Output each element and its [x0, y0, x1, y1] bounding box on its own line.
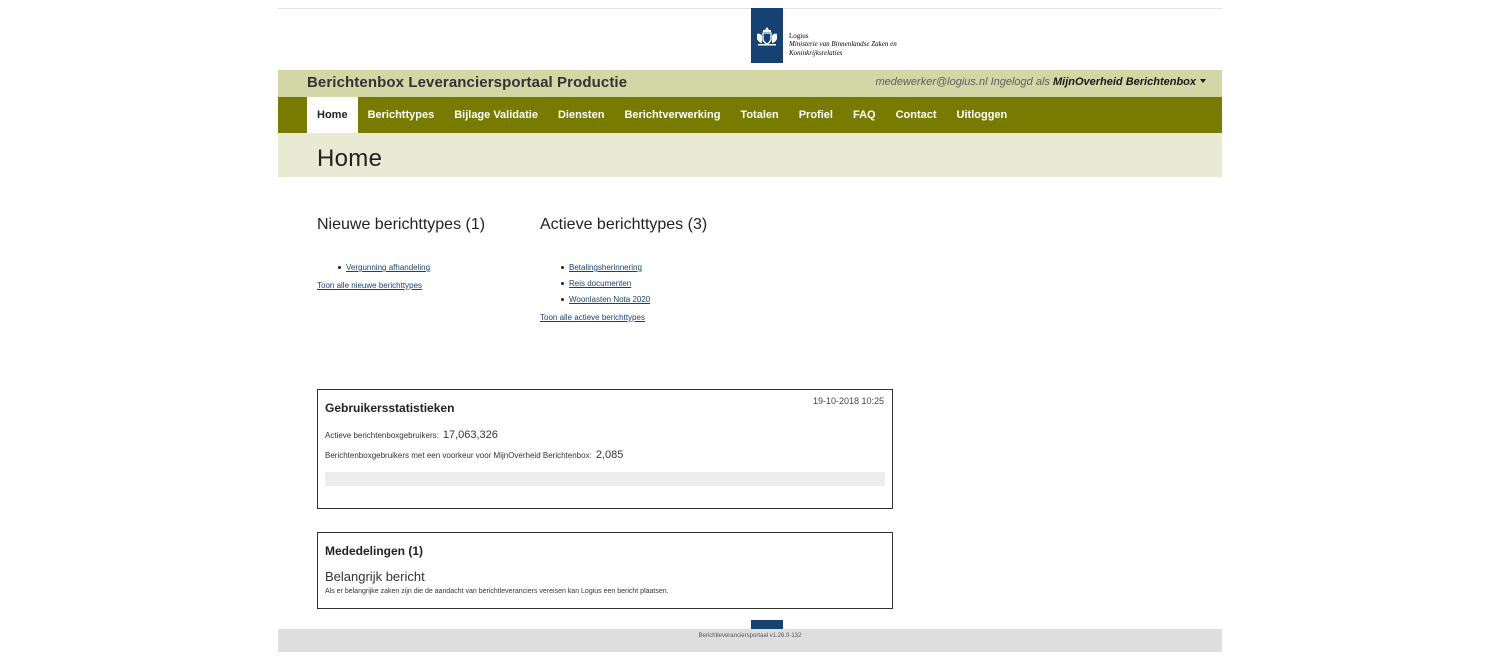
- logo-organisation: Logius: [789, 32, 809, 40]
- active-users-row: Actieve berichtenboxgebruikers: 17,063,32…: [325, 429, 498, 441]
- notice-body: Als er belangrijke zaken zijn die de aan…: [325, 588, 669, 595]
- nav-item-berichttypes[interactable]: Berichttypes: [358, 97, 445, 133]
- title-bar: Berichtenbox Leveranciersportaal Product…: [278, 70, 1222, 97]
- active-types-section: Actieve berichttypes (3) Betalingsherinn…: [540, 216, 707, 322]
- nav-item-contact[interactable]: Contact: [886, 97, 947, 133]
- active-users-value: 17,063,326: [442, 429, 498, 441]
- new-types-list: Vergunning afhandeling: [338, 260, 485, 276]
- berichttype-link[interactable]: Vergunning afhandeling: [346, 263, 430, 272]
- logo-ministry-line2: Koninkrijksrelaties: [789, 48, 843, 57]
- list-item: Woonlasten Nota 2020: [561, 292, 707, 308]
- caret-down-icon: [1200, 79, 1206, 83]
- page: Logius Ministerie van Binnenlandse Zaken…: [278, 0, 1222, 661]
- nav-item-berichtverwerking[interactable]: Berichtverwerking: [614, 97, 730, 133]
- top-divider: [278, 8, 1222, 9]
- nav-item-faq[interactable]: FAQ: [843, 97, 886, 133]
- nav-item-diensten[interactable]: Diensten: [548, 97, 614, 133]
- main-nav: Home Berichttypes Bijlage Validatie Dienste…: [278, 97, 1222, 133]
- page-header: Home: [278, 133, 1222, 177]
- user-statistics-panel: Gebruikersstatistieken 19-10-2018 10:25 …: [317, 389, 893, 509]
- nav-item-profiel[interactable]: Profiel: [789, 97, 843, 133]
- preference-users-row: Berichtenboxgebruikers met een voorkeur …: [325, 449, 623, 461]
- active-types-list: Betalingsherinnering Reis documenten Woonl…: [561, 260, 707, 308]
- nav-item-home[interactable]: Home: [307, 97, 358, 133]
- preference-users-label: Berichtenboxgebruikers met een voorkeur …: [325, 451, 592, 460]
- notices-title: Mededelingen (1): [325, 544, 424, 558]
- new-types-heading: Nieuwe berichttypes (1): [317, 216, 486, 233]
- stats-timestamp: 19-10-2018 10:25: [812, 396, 884, 406]
- stats-bar: [325, 472, 885, 486]
- active-users-label: Actieve berichtenboxgebruikers:: [325, 431, 439, 440]
- footer-version: Berichtleveranciersportaal v1.26.0-132: [698, 633, 802, 639]
- stats-title: Gebruikersstatistieken: [325, 401, 455, 415]
- footer: Berichtleveranciersportaal v1.26.0-132: [278, 629, 1222, 652]
- nav-item-uitloggen[interactable]: Uitloggen: [947, 97, 1018, 133]
- berichttype-link[interactable]: Betalingsherinnering: [569, 263, 642, 272]
- berichttype-link[interactable]: Woonlasten Nota 2020: [569, 295, 650, 304]
- preference-users-value: 2,085: [595, 449, 624, 461]
- notice-title: Belangrijk bericht: [325, 569, 425, 584]
- organisation-name: MijnOverheid Berichtenbox: [1052, 76, 1196, 88]
- show-all-active-link[interactable]: Toon alle actieve berichttypes: [540, 313, 707, 322]
- show-all-new-link[interactable]: Toon alle nieuwe berichttypes: [317, 281, 485, 290]
- list-item: Reis documenten: [561, 276, 707, 292]
- coat-of-arms-icon: [751, 8, 783, 63]
- app-title: Berichtenbox Leveranciersportaal Product…: [307, 74, 628, 91]
- page-title: Home: [317, 145, 383, 172]
- notices-panel: Mededelingen (1) Belangrijk bericht Als …: [317, 532, 893, 609]
- new-types-section: Nieuwe berichttypes (1) Vergunning afhan…: [317, 216, 485, 290]
- nav-list: Home Berichttypes Bijlage Validatie Dienste…: [307, 97, 1017, 133]
- active-types-heading: Actieve berichttypes (3): [540, 216, 708, 233]
- user-email: medewerker@logius.nl: [875, 76, 988, 88]
- logo-text: Logius Ministerie van Binnenlandse Zaken…: [789, 32, 897, 57]
- list-item: Betalingsherinnering: [561, 260, 707, 276]
- logo-ministry-line1: Ministerie van Binnenlandse Zaken en: [789, 40, 897, 49]
- berichttype-link[interactable]: Reis documenten: [569, 279, 631, 288]
- rijksoverheid-logo: Logius Ministerie van Binnenlandse Zaken…: [751, 8, 897, 63]
- logged-in-label: Ingelogd als: [990, 76, 1050, 88]
- list-item: Vergunning afhandeling: [338, 260, 485, 276]
- nav-item-bijlage-validatie[interactable]: Bijlage Validatie: [444, 97, 548, 133]
- nav-item-totalen[interactable]: Totalen: [730, 97, 788, 133]
- user-menu[interactable]: medewerker@logius.nl Ingelogd als MijnOv…: [875, 76, 1206, 88]
